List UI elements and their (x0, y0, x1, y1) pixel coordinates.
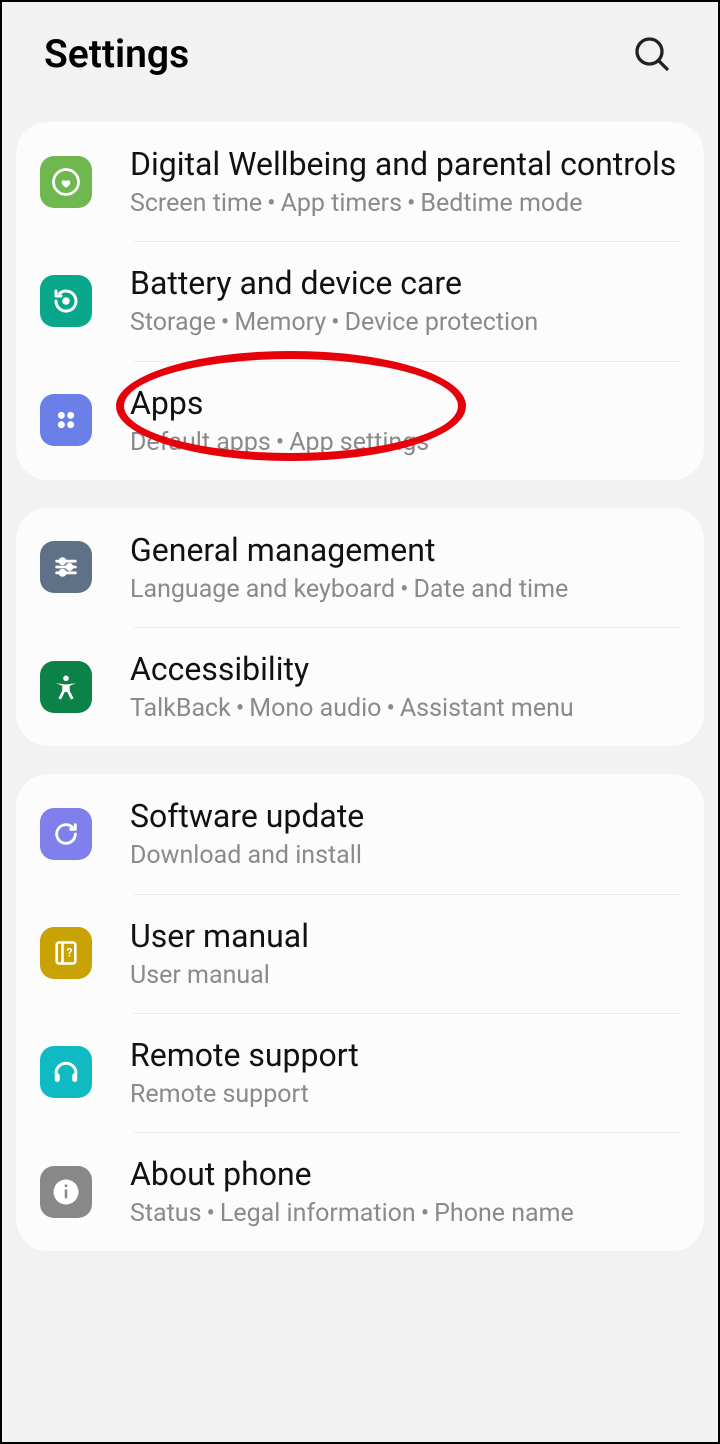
subtitle-part: Bedtime mode (420, 189, 582, 218)
subtitle-part: Remote support (130, 1080, 309, 1109)
subtitle-part: Language and keyboard (130, 575, 395, 604)
settings-item-about-phone[interactable]: About phoneStatus•Legal information•Phon… (16, 1132, 704, 1251)
separator-dot: • (236, 694, 244, 723)
item-text: Apps Default apps•App settings (130, 383, 680, 458)
subtitle-part: App settings (289, 428, 429, 457)
separator-dot: • (331, 308, 339, 337)
item-text: Software update Download and install (130, 796, 680, 871)
item-text: About phoneStatus•Legal information•Phon… (130, 1154, 680, 1229)
subtitle-part: Memory (234, 308, 326, 337)
update-icon (40, 808, 92, 860)
headset-icon (40, 1046, 92, 1098)
settings-groups: Digital Wellbeing and parental controls S… (2, 122, 718, 1251)
subtitle-part: Download and install (130, 841, 362, 870)
item-subtitle: Default apps•App settings (130, 427, 680, 458)
settings-item-remote-support[interactable]: Remote support Remote support (16, 1013, 704, 1132)
item-title: Apps (130, 383, 680, 423)
subtitle-part: TalkBack (130, 694, 231, 723)
item-title: Accessibility (130, 649, 680, 689)
settings-item-software-update[interactable]: Software update Download and install (16, 774, 704, 893)
item-title: User manual (130, 916, 680, 956)
subtitle-part: App timers (281, 189, 402, 218)
subtitle-part: Assistant menu (400, 694, 574, 723)
separator-dot: • (400, 575, 408, 604)
subtitle-part: Screen time (130, 189, 262, 218)
item-subtitle: Language and keyboard•Date and time (130, 574, 680, 605)
subtitle-part: Legal information (220, 1199, 416, 1228)
accessibility-icon (40, 661, 92, 713)
item-title: About phone (130, 1154, 680, 1194)
item-subtitle: User manual (130, 960, 680, 991)
item-title: Battery and device care (130, 263, 680, 303)
settings-item-apps[interactable]: Apps Default apps•App settings (16, 361, 704, 480)
separator-dot: • (276, 428, 284, 457)
search-icon (632, 34, 672, 74)
item-title: General management (130, 530, 680, 570)
book-icon: ? (40, 927, 92, 979)
apps-icon (40, 394, 92, 446)
page-title: Settings (44, 31, 189, 77)
settings-item-accessibility[interactable]: AccessibilityTalkBack•Mono audio•Assista… (16, 627, 704, 746)
settings-card: Software update Download and install? User… (16, 774, 704, 1251)
item-text: General management Language and keyboard•… (130, 530, 680, 605)
device-care-icon (40, 275, 92, 327)
item-title: Software update (130, 796, 680, 836)
separator-dot: • (221, 308, 229, 337)
item-text: User manual User manual (130, 916, 680, 991)
info-icon (40, 1166, 92, 1218)
item-text: AccessibilityTalkBack•Mono audio•Assista… (130, 649, 680, 724)
separator-dot: • (267, 189, 275, 218)
subtitle-part: User manual (130, 961, 270, 990)
subtitle-part: Default apps (130, 428, 271, 457)
subtitle-part: Storage (130, 308, 216, 337)
separator-dot: • (407, 189, 415, 218)
item-text: Digital Wellbeing and parental controls S… (130, 144, 680, 219)
item-title: Digital Wellbeing and parental controls (130, 144, 680, 184)
subtitle-part: Status (130, 1199, 201, 1228)
wellbeing-icon (40, 156, 92, 208)
subtitle-part: Date and time (414, 575, 569, 604)
settings-card: Digital Wellbeing and parental controls S… (16, 122, 704, 480)
subtitle-part: Mono audio (249, 694, 381, 723)
separator-dot: • (421, 1199, 429, 1228)
item-subtitle: Storage•Memory•Device protection (130, 307, 680, 338)
settings-item-battery[interactable]: Battery and device careStorage•Memory•De… (16, 241, 704, 360)
settings-card: General managementLanguage and keyboard•… (16, 508, 704, 747)
separator-dot: • (206, 1199, 214, 1228)
item-subtitle: Screen time•App timers•Bedtime mode (130, 188, 680, 219)
item-subtitle: Status•Legal information•Phone name (130, 1198, 680, 1229)
header: Settings (2, 2, 718, 122)
item-text: Battery and device careStorage•Memory•De… (130, 263, 680, 338)
item-text: Remote support Remote support (130, 1035, 680, 1110)
svg-text:?: ? (67, 946, 73, 960)
settings-item-user-manual[interactable]: ? User manual User manual (16, 894, 704, 1013)
item-title: Remote support (130, 1035, 680, 1075)
item-subtitle: TalkBack•Mono audio•Assistant menu (130, 693, 680, 724)
settings-item-general[interactable]: General management Language and keyboard•… (16, 508, 704, 627)
subtitle-part: Phone name (434, 1199, 574, 1228)
settings-item-wellbeing[interactable]: Digital Wellbeing and parental controls S… (16, 122, 704, 241)
item-subtitle: Remote support (130, 1079, 680, 1110)
search-button[interactable] (628, 30, 676, 78)
subtitle-part: Device protection (345, 308, 539, 337)
item-subtitle: Download and install (130, 840, 680, 871)
sliders-icon (40, 541, 92, 593)
separator-dot: • (386, 694, 394, 723)
